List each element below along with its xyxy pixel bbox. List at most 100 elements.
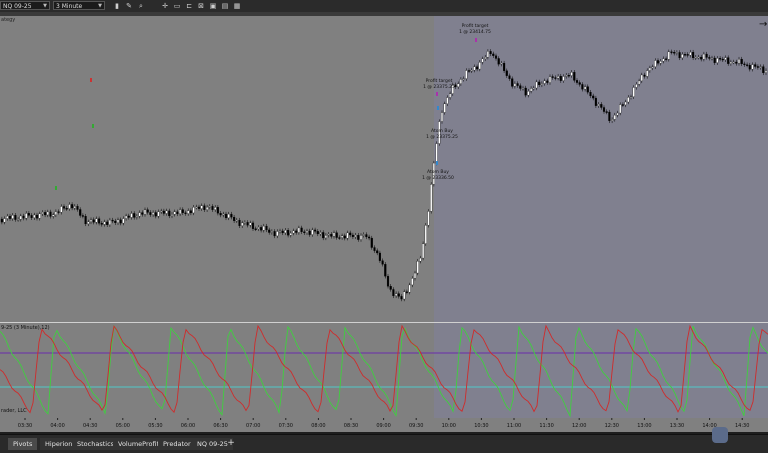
candle-body xyxy=(567,75,570,77)
candle-body xyxy=(14,215,17,220)
candle-body xyxy=(76,206,79,210)
candle-body xyxy=(584,86,587,90)
candle-body xyxy=(251,222,255,229)
tab-stochastics[interactable]: Stochastics xyxy=(72,438,120,450)
candle-body xyxy=(697,56,700,59)
candle-body xyxy=(494,55,498,59)
right-arrow-icon[interactable]: → xyxy=(759,19,767,30)
layout-icon[interactable]: ⊠ xyxy=(196,1,206,11)
candle-body xyxy=(349,232,352,236)
tab-pivots[interactable]: Pivots xyxy=(8,438,38,450)
candle-body xyxy=(411,278,414,286)
candle-body xyxy=(435,143,438,164)
tab-predator[interactable]: Predator xyxy=(158,438,196,450)
candle-body xyxy=(527,91,530,96)
candle-body xyxy=(127,215,130,218)
candle-body xyxy=(260,227,263,231)
snapshot-icon[interactable]: ▣ xyxy=(208,1,218,11)
time-label: 10:30 xyxy=(474,423,488,429)
candle-body xyxy=(403,291,406,300)
candle-body xyxy=(68,204,71,209)
candle-body xyxy=(319,232,322,235)
candle-body xyxy=(305,230,309,233)
candle-body xyxy=(476,66,479,70)
copyright-label: rader, LLC xyxy=(1,408,27,414)
candle-body xyxy=(384,264,387,277)
candle-body xyxy=(392,289,395,297)
candle-body xyxy=(181,209,184,213)
candle-body xyxy=(41,212,44,214)
candle-body xyxy=(397,293,400,297)
candle-body xyxy=(152,212,155,215)
candle-body xyxy=(581,84,584,90)
candle-body xyxy=(297,227,300,233)
candle-body xyxy=(600,104,603,108)
candle-body xyxy=(459,79,462,84)
time-label: 07:30 xyxy=(279,423,293,429)
trade-marker xyxy=(90,78,92,82)
candle-body xyxy=(187,210,190,214)
candle-body xyxy=(276,231,279,237)
candle-body xyxy=(165,210,168,214)
candle-body xyxy=(381,260,384,265)
candle-body xyxy=(557,75,560,79)
properties-icon[interactable]: ⊏ xyxy=(184,1,194,11)
chart-area[interactable]: ategy → Profit target 1 @ 23414.75 Profi… xyxy=(0,16,768,432)
candle-body xyxy=(727,57,730,64)
trade-marker xyxy=(436,92,438,96)
candle-body xyxy=(638,80,641,85)
candle-body xyxy=(632,87,635,97)
indicator-label: 9-25 (3 Minute),12) xyxy=(1,325,50,331)
candle-body xyxy=(44,212,47,216)
candle-body xyxy=(530,88,533,92)
candle-body xyxy=(756,66,759,68)
candle-body xyxy=(594,97,597,106)
candle-body xyxy=(200,205,203,209)
trade-marker xyxy=(92,124,94,128)
time-label: 04:00 xyxy=(50,423,64,429)
candle-body xyxy=(341,235,344,238)
candle-body xyxy=(106,221,109,225)
candle-body xyxy=(548,76,552,83)
candle-body xyxy=(667,51,670,60)
zoom-icon[interactable]: ⌕ xyxy=(136,1,146,11)
add-tab-button[interactable]: + xyxy=(226,438,236,450)
candle-body xyxy=(92,219,95,223)
time-label: 10:00 xyxy=(442,423,456,429)
candle-body xyxy=(692,51,695,59)
candle-body xyxy=(184,212,187,214)
profit-target-1-line1: Profit target xyxy=(462,23,489,29)
candle-body xyxy=(303,231,306,233)
pencil-icon[interactable]: ✎ xyxy=(124,1,134,11)
candle-body xyxy=(478,62,481,70)
time-label: 09:30 xyxy=(409,423,423,429)
candle-body xyxy=(462,78,465,80)
candle-body xyxy=(365,234,368,238)
candle-body xyxy=(608,111,611,122)
trade-marker xyxy=(55,186,57,190)
candle-body xyxy=(724,57,727,60)
tab-volumeprofit[interactable]: VolumeProfit xyxy=(113,438,165,450)
data-box-icon[interactable]: ▦ xyxy=(232,1,242,11)
interval-selector[interactable]: 3 Minute ▼ xyxy=(53,1,105,10)
candle-body xyxy=(665,58,668,60)
candle-body xyxy=(103,221,106,225)
chart-canvas[interactable]: ategy → Profit target 1 @ 23414.75 Profi… xyxy=(0,16,768,432)
candle-body xyxy=(311,229,314,235)
candle-body xyxy=(386,276,390,287)
calendar-icon[interactable]: ▤ xyxy=(220,1,230,11)
candle-body xyxy=(98,218,101,224)
draw-object-icon[interactable]: ▭ xyxy=(172,1,182,11)
candle-body xyxy=(673,52,676,54)
candle-body xyxy=(8,215,12,219)
candle-body xyxy=(592,95,595,99)
instrument-selector[interactable]: NQ 09-25 ▼ xyxy=(0,1,50,10)
candle-body xyxy=(457,83,460,88)
candle-body xyxy=(629,96,633,98)
candle-body xyxy=(157,211,160,217)
bars-icon[interactable]: ▮ xyxy=(112,1,122,11)
candle-body xyxy=(135,216,138,218)
crosshair-icon[interactable]: ✛ xyxy=(160,1,170,11)
candle-body xyxy=(535,81,538,89)
candle-body xyxy=(351,234,354,237)
